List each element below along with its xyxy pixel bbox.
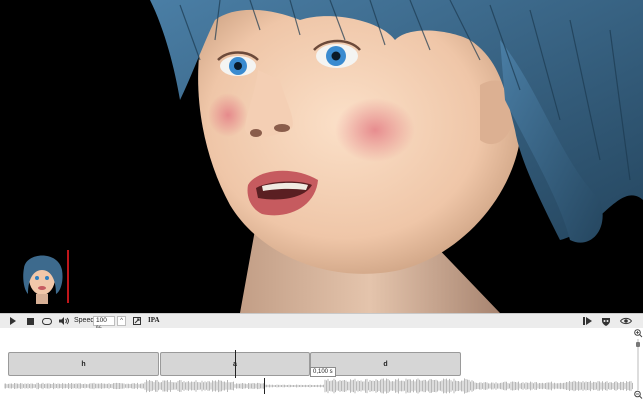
volume-button[interactable]	[58, 314, 70, 328]
playhead[interactable]	[235, 350, 236, 378]
zoom-out-icon	[634, 390, 643, 399]
speaker-icon	[59, 317, 69, 325]
stop-icon	[26, 317, 34, 325]
cheek-left	[335, 98, 415, 162]
speed-input[interactable]: 100 %	[93, 316, 115, 332]
avatar-thumbnail[interactable]	[16, 248, 68, 304]
mask-button[interactable]	[600, 314, 612, 328]
phoneme-block[interactable]: h	[8, 352, 159, 376]
expand-button[interactable]	[132, 314, 142, 328]
playback-toolbar: Speed 100 % ^ IPA	[0, 313, 643, 332]
play-button[interactable]	[8, 314, 18, 328]
speed-stepper[interactable]: ^	[117, 316, 126, 326]
phoneme-label: h	[81, 360, 86, 368]
ipa-button[interactable]: IPA	[148, 316, 160, 324]
cursor-line	[264, 378, 265, 394]
timeline-panel[interactable]: h a d 0,100 s	[0, 328, 643, 402]
zoom-in-icon	[634, 329, 643, 338]
avatar-head-render	[150, 0, 643, 313]
speed-label: Speed	[74, 317, 95, 324]
3d-viewport[interactable]	[0, 0, 643, 313]
stop-button[interactable]	[25, 314, 35, 328]
mask-icon	[602, 317, 610, 326]
skip-icon	[583, 317, 592, 325]
cheek-right	[208, 93, 248, 137]
audio-waveform[interactable]	[4, 376, 634, 396]
loop-icon	[42, 317, 52, 325]
eye-icon	[620, 317, 632, 325]
play-icon	[10, 317, 16, 325]
skip-button[interactable]	[582, 314, 594, 328]
chevron-up-icon: ^	[120, 318, 123, 324]
loop-button[interactable]	[41, 314, 53, 328]
vertical-scrollbar[interactable]	[633, 328, 643, 402]
phoneme-label: d	[383, 360, 388, 368]
expand-icon	[133, 317, 141, 325]
thumbnail-marker	[67, 250, 69, 303]
view-button[interactable]	[619, 314, 633, 328]
